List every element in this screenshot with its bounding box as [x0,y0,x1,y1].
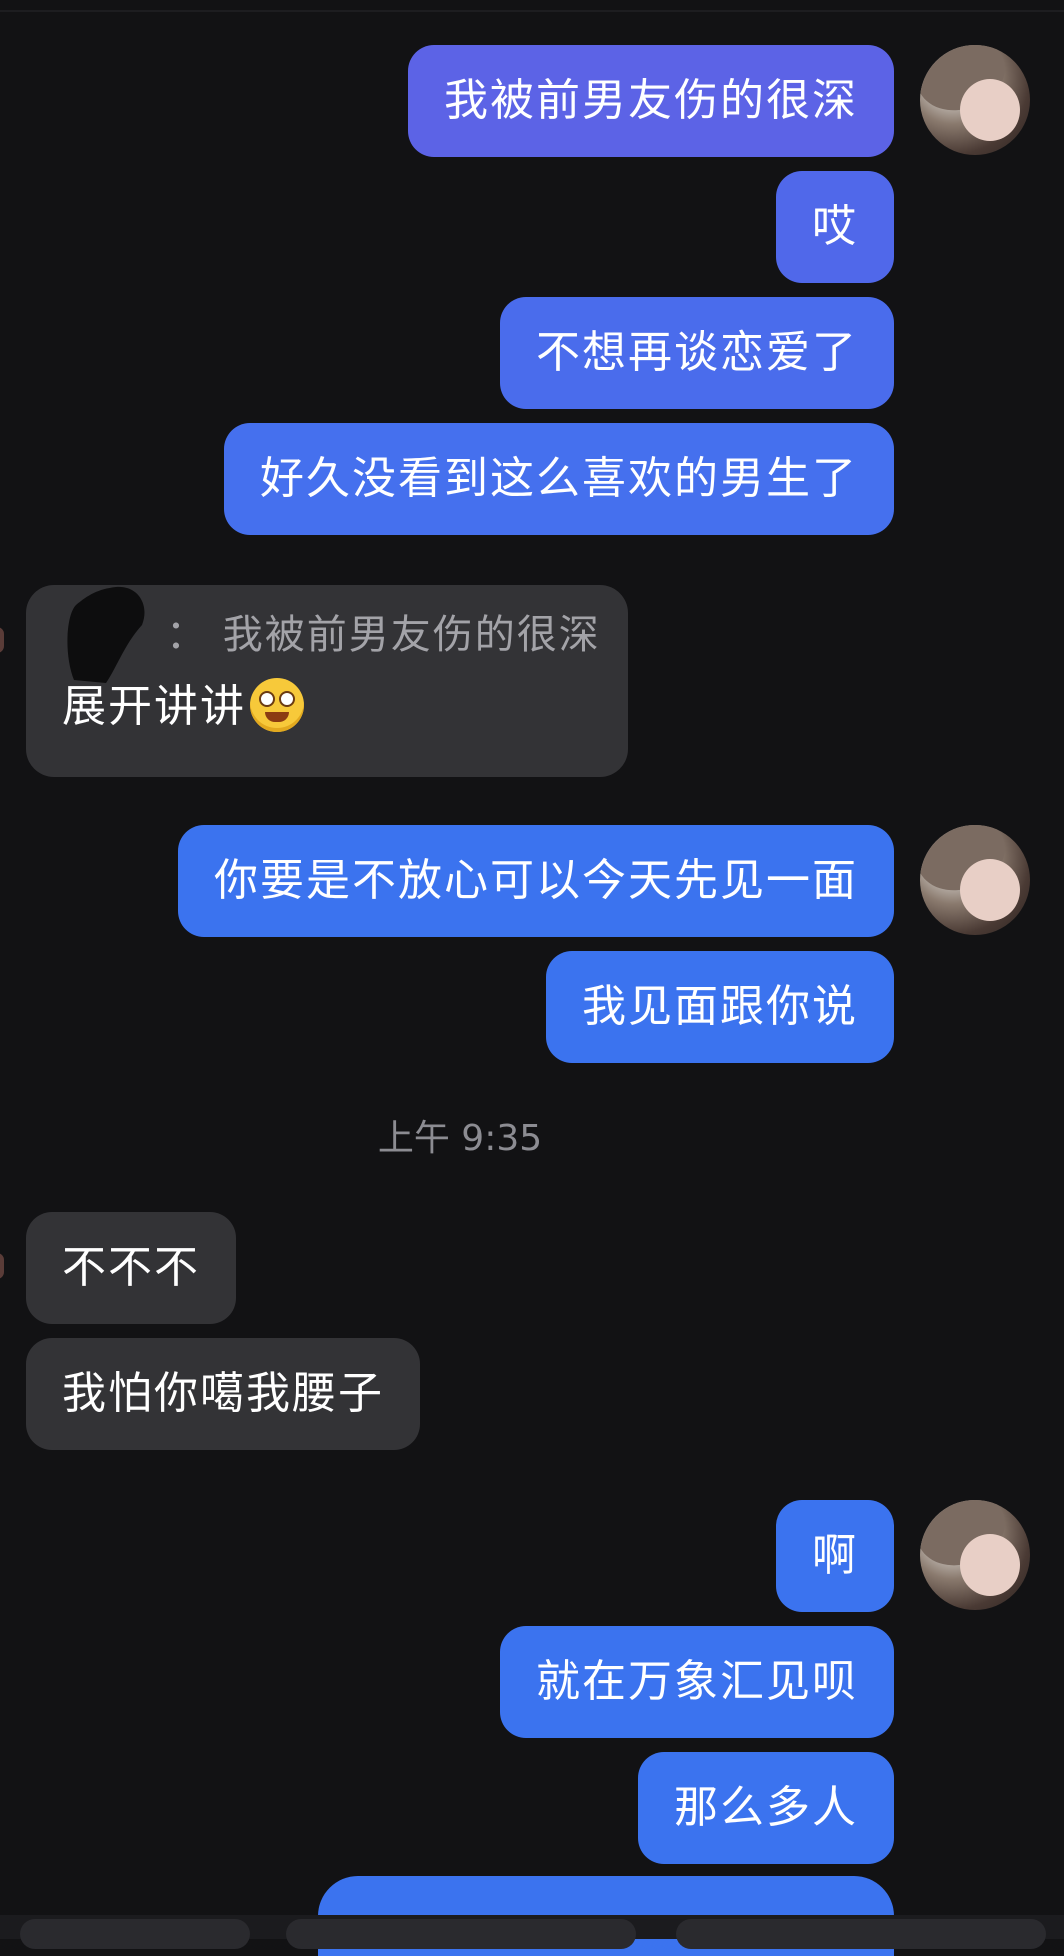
message-text: 我见面跟你说 [582,981,858,1032]
toolbar-pill[interactable] [286,1919,636,1949]
outgoing-message[interactable]: 就在万象汇见呗 [500,1626,894,1738]
quoted-reply-message[interactable]: ： 我被前男友伤的很深 展开讲讲 [26,585,628,777]
top-divider [0,10,1064,12]
quoted-text: 我被前男友伤的很深 [222,612,601,658]
outgoing-message[interactable]: 我被前男友伤的很深 [408,45,894,157]
message-text: 不不不 [62,1242,200,1293]
user-avatar[interactable] [920,45,1030,155]
message-text: 不想再谈恋爱了 [536,327,858,378]
message-text: 我怕你噶我腰子 [62,1368,384,1419]
message-timestamp: 上午 9:35 [377,1118,543,1159]
redacted-name-scribble [67,586,145,683]
reply-text: 展开讲讲 [62,681,246,732]
toolbar-pill[interactable] [20,1919,250,1949]
outgoing-message[interactable]: 不想再谈恋爱了 [500,297,894,409]
message-text: 就在万象汇见呗 [536,1656,858,1707]
message-text: 好久没看到这么喜欢的男生了 [260,453,858,504]
avatar-face [960,859,1020,921]
message-text: 我被前男友伤的很深 [444,75,858,126]
outgoing-message[interactable]: 哎 [776,171,894,283]
avatar-face [960,79,1020,141]
toolbar-pill[interactable] [676,1919,1046,1949]
message-text: 你要是不放心可以今天先见一面 [214,855,858,906]
message-text: 哎 [812,201,858,252]
quoted-line: ： 我被前男友伤的很深 [166,607,601,663]
partner-avatar-edge [0,1253,4,1279]
partner-avatar-edge [0,627,4,653]
outgoing-message[interactable]: 啊 [776,1500,894,1612]
grinning-emoji-icon [250,678,304,732]
reply-line: 展开讲讲 [62,677,304,737]
bottom-toolbar [0,1915,1064,1949]
incoming-message[interactable]: 不不不 [26,1212,236,1324]
outgoing-message[interactable]: 你要是不放心可以今天先见一面 [178,825,894,937]
outgoing-message[interactable]: 我见面跟你说 [546,951,894,1063]
avatar-face [960,1534,1020,1596]
message-text: 啊 [812,1530,858,1581]
user-avatar[interactable] [920,825,1030,935]
message-text: 那么多人 [674,1782,858,1833]
quote-separator: ： [166,612,208,658]
outgoing-message[interactable]: 那么多人 [638,1752,894,1864]
outgoing-message[interactable]: 好久没看到这么喜欢的男生了 [224,423,894,535]
incoming-message[interactable]: 我怕你噶我腰子 [26,1338,420,1450]
user-avatar[interactable] [920,1500,1030,1610]
